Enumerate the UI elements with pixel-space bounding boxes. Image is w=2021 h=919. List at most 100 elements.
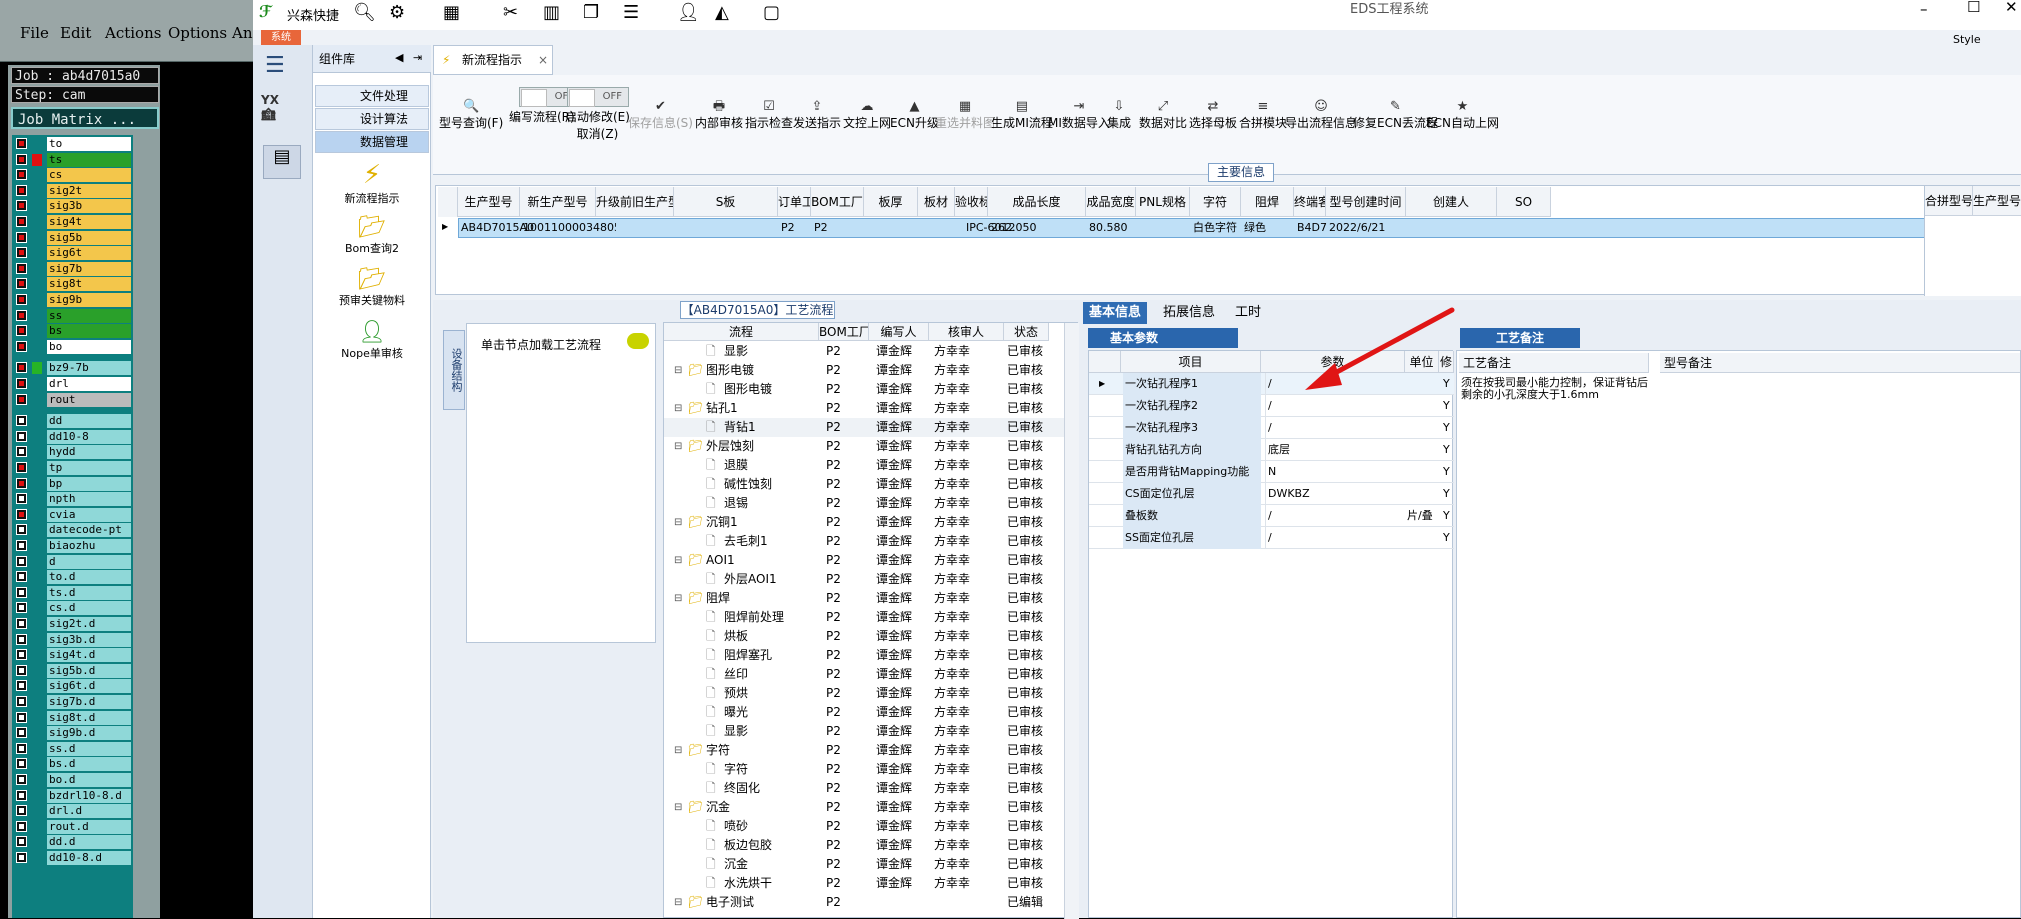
copy-icon[interactable]: ❐	[583, 2, 599, 23]
layer-checkbox[interactable]	[16, 836, 27, 848]
grid-header[interactable]: 成品宽度	[1086, 187, 1136, 217]
param-value[interactable]: N	[1265, 461, 1406, 483]
layer-name[interactable]: sig7b.d	[47, 695, 131, 709]
layer-checkbox[interactable]	[16, 446, 27, 458]
grid-cell[interactable]: P2	[811, 219, 884, 237]
layer-row[interactable]: sig4t.d	[14, 648, 131, 663]
tree-row[interactable]: 🗋 图形电镀 P2 谭金辉 方幸幸 已审核	[664, 380, 1064, 399]
tree-row[interactable]: 🗋 背钻1 P2 谭金辉 方幸幸 已审核	[664, 418, 1064, 437]
tree-row[interactable]: 🗋 终固化 P2 谭金辉 方幸幸 已审核	[664, 779, 1064, 798]
tree-row[interactable]: ⊟ 📁︎ 电子测试 P2 已编辑	[664, 893, 1064, 912]
process-header[interactable]: 编写人	[869, 323, 929, 341]
tree-row[interactable]: 🗋 显影 P2 谭金辉 方幸幸 已审核	[664, 722, 1064, 741]
tab-work-hours[interactable]: 工时	[1229, 302, 1267, 324]
layer-name[interactable]: bp	[47, 476, 131, 491]
collapse-toggle-icon[interactable]: ⊟	[674, 551, 682, 570]
layer-checkbox[interactable]	[16, 727, 27, 739]
layer-checkbox[interactable]	[16, 805, 27, 817]
window-icon[interactable]: ▢	[763, 2, 780, 23]
toolbar-button[interactable]: 启动修改(E) 取消(Z)	[565, 108, 630, 142]
toolbar-button[interactable]: ⇥ MI数据导入	[1048, 100, 1110, 131]
pin-icon[interactable]: ⇥	[413, 51, 422, 64]
layer-row[interactable]: ss	[14, 308, 131, 323]
collapse-toggle-icon[interactable]: ⊟	[674, 741, 682, 760]
grid-header[interactable]: 成品长度	[988, 187, 1086, 217]
layer-row[interactable]: d	[14, 554, 131, 569]
layer-row[interactable]: to	[14, 137, 131, 151]
layer-row[interactable]: sig8t.d	[14, 710, 131, 725]
toolbar-button[interactable]: ☑ 指示检查	[745, 100, 793, 131]
layer-name[interactable]: drl.d	[47, 804, 131, 819]
layer-name[interactable]: to	[47, 137, 131, 151]
layer-row[interactable]: sig6t.d	[14, 679, 131, 694]
menu-options[interactable]: Options	[168, 24, 227, 42]
tree-row[interactable]: 🗋 沉金 P2 谭金辉 方幸幸 已审核	[664, 855, 1064, 874]
layer-name[interactable]: biaozhu	[47, 539, 131, 553]
layer-checkbox[interactable]	[16, 184, 27, 196]
layer-row[interactable]: npth	[14, 492, 131, 507]
collapse-icon[interactable]: ◀	[395, 51, 403, 64]
hamburger-icon[interactable]: ☰	[265, 53, 285, 78]
yx-logo-icon[interactable]: YX 🏫︎	[261, 93, 301, 133]
param-value[interactable]: 底层	[1265, 439, 1406, 461]
layer-row[interactable]: sig2t.d	[14, 617, 131, 631]
param-row[interactable]: 一次钻孔程序3/ Y	[1089, 417, 1454, 439]
layer-checkbox[interactable]	[16, 742, 27, 754]
layer-checkbox[interactable]	[16, 247, 27, 259]
layer-checkbox[interactable]	[16, 586, 27, 598]
layer-name[interactable]: sig7b	[47, 261, 131, 276]
grid-header[interactable]: SO	[1497, 187, 1551, 217]
grid-header[interactable]: 字符	[1190, 187, 1241, 217]
tree-row[interactable]: 🗋 烘板 P2 谭金辉 方幸幸 已审核	[664, 627, 1064, 646]
module-design-algorithm[interactable]: 设计算法	[315, 108, 429, 130]
grid-header[interactable]: 订单工厂	[778, 187, 811, 217]
sub-new-process[interactable]: ⚡ 新流程指示	[313, 160, 431, 206]
layer-row[interactable]: dd.d	[14, 835, 131, 850]
layer-name[interactable]: ss.d	[47, 741, 131, 756]
grid-cell[interactable]: 2022/6/21	[1326, 219, 1426, 237]
layer-row[interactable]: bs.d	[14, 757, 131, 772]
layer-checkbox[interactable]	[16, 309, 27, 321]
grid-header[interactable]: 板厚	[864, 187, 918, 217]
layer-row[interactable]: sig2t	[14, 183, 131, 198]
layer-name[interactable]: ss	[47, 308, 131, 323]
collapse-toggle-icon[interactable]: ⊟	[674, 589, 682, 608]
layer-row[interactable]: sig3b.d	[14, 632, 131, 647]
menu-file[interactable]: File	[20, 24, 49, 42]
layer-name[interactable]: cs	[47, 168, 131, 183]
layer-name[interactable]: bo.d	[47, 773, 131, 787]
layer-checkbox[interactable]	[16, 508, 27, 520]
process-header[interactable]: 状态	[1004, 323, 1049, 341]
param-row[interactable]: 一次钻孔程序2/ Y	[1089, 395, 1454, 417]
layer-name[interactable]: bzdrl10-8.d	[47, 788, 131, 803]
layer-name[interactable]: tp	[47, 461, 131, 475]
layer-row[interactable]: sig9b.d	[14, 726, 131, 741]
user-icon[interactable]: 👤︎	[677, 2, 700, 23]
grid-header[interactable]: PNL规格	[1136, 187, 1190, 217]
minimize-icon[interactable]: –	[1920, 0, 1928, 18]
layer-row[interactable]: sig8t	[14, 277, 131, 292]
layer-name[interactable]: ts	[47, 152, 131, 167]
layer-checkbox[interactable]	[16, 200, 27, 212]
layer-row[interactable]: rout	[14, 392, 131, 407]
collapse-toggle-icon[interactable]: ⊟	[674, 437, 682, 456]
layer-row[interactable]: drl	[14, 377, 131, 391]
grid-header[interactable]: 验收标准	[955, 187, 988, 217]
sub-bom-query[interactable]: 📂︎ Bom查询2	[313, 215, 431, 256]
layer-checkbox[interactable]	[16, 477, 27, 489]
layer-name[interactable]: hydd	[47, 445, 131, 460]
layer-row[interactable]: bp	[14, 476, 131, 491]
tree-row[interactable]: ⊟ 📁︎ 沉铜1 P2 谭金辉 方幸幸 已审核	[664, 513, 1064, 532]
sub-nope-review[interactable]: 👤︎ Nope单审核	[313, 320, 431, 361]
param-row[interactable]: 背钻孔钻孔方向 底层 Y	[1089, 439, 1454, 461]
grid-header[interactable]: 阻焊	[1241, 187, 1294, 217]
layer-row[interactable]: dd10-8	[14, 429, 131, 444]
layer-name[interactable]: rout.d	[47, 819, 131, 834]
layer-checkbox[interactable]	[16, 362, 27, 374]
grid-header[interactable]: 升级前旧生产型号	[596, 187, 674, 217]
layer-row[interactable]: bs	[14, 324, 131, 339]
tree-row[interactable]: 🗋 显影 P2 谭金辉 方幸幸 已审核	[664, 342, 1064, 361]
tree-row[interactable]: ⊟ 📁︎ 沉金 P2 谭金辉 方幸幸 已审核	[664, 798, 1064, 817]
tree-row[interactable]: ⊟ 📁︎ 阻焊 P2 谭金辉 方幸幸 已审核	[664, 589, 1064, 608]
layer-row[interactable]: drl.d	[14, 804, 131, 819]
